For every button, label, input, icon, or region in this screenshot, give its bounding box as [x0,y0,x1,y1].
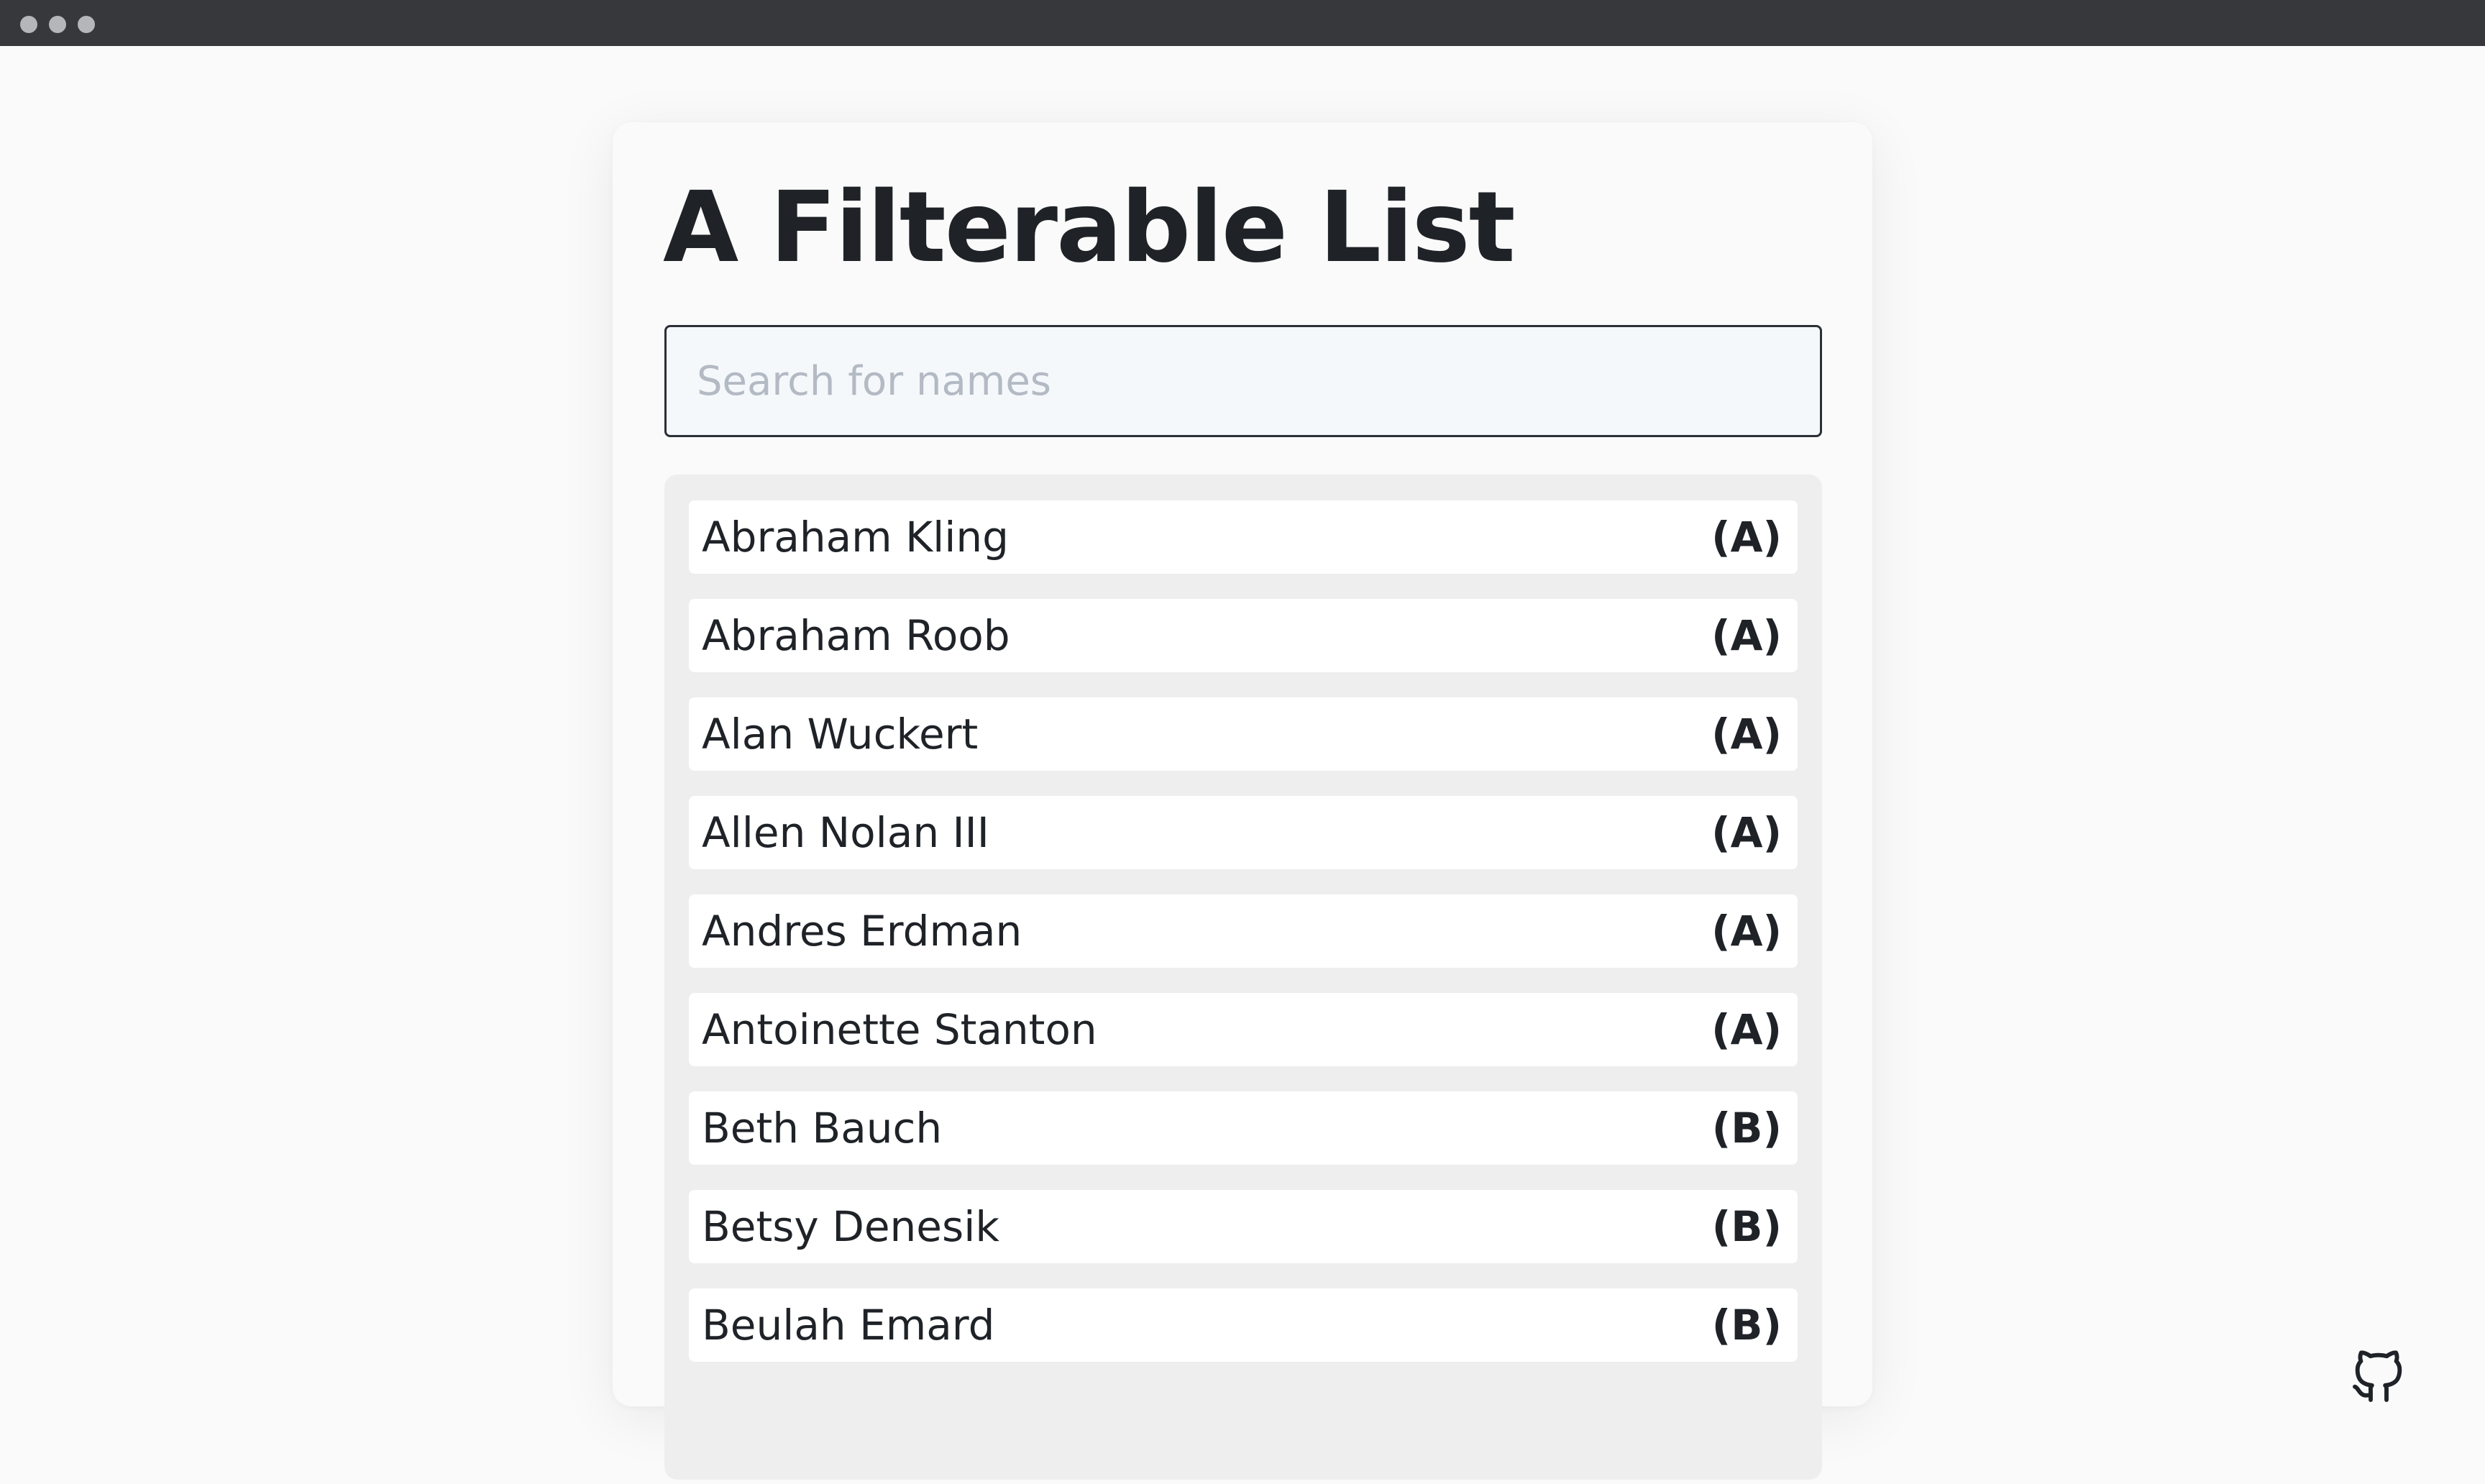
list-item-name: Betsy Denesik [702,1202,999,1251]
list-item-name: Beth Bauch [702,1104,943,1153]
window-maximize-dot-icon[interactable] [78,16,95,33]
page-title: A Filterable List [663,171,1516,285]
list-item[interactable]: Abraham Roob (A) [689,599,1798,672]
window-minimize-dot-icon[interactable] [49,16,66,33]
list-item-name: Andres Erdman [702,907,1022,956]
list-item-name: Antoinette Stanton [702,1005,1097,1054]
list-item-letter: (B) [1711,1104,1782,1153]
list-item-letter: (B) [1711,1301,1782,1350]
list-item-name: Alan Wuckert [702,710,979,759]
list-item[interactable]: Antoinette Stanton (A) [689,993,1798,1066]
list-item[interactable]: Betsy Denesik (B) [689,1190,1798,1263]
window-close-dot-icon[interactable] [20,16,37,33]
list-item-name: Allen Nolan III [702,808,989,857]
list-item-name: Abraham Kling [702,513,1009,562]
list-item-name: Abraham Roob [702,611,1010,660]
list-item[interactable]: Beulah Emard (B) [689,1288,1798,1362]
list-item-letter: (A) [1711,1005,1782,1054]
list-item-letter: (A) [1711,513,1782,562]
list-item-letter: (A) [1711,611,1782,660]
search-input[interactable] [664,325,1822,437]
list-item-letter: (A) [1711,907,1782,956]
list-item-letter: (A) [1711,808,1782,857]
list-item-letter: (A) [1711,710,1782,759]
list-item[interactable]: Beth Bauch (B) [689,1091,1798,1165]
window-title-bar [0,0,2485,46]
names-list[interactable]: Abraham Kling (A) Abraham Roob (A) Alan Wuck… [664,475,1822,1480]
list-item[interactable]: Abraham Kling (A) [689,500,1798,574]
list-item[interactable]: Allen Nolan III (A) [689,796,1798,869]
list-item[interactable]: Andres Erdman (A) [689,894,1798,968]
filterable-list-card: A Filterable List Abraham Kling(A)Abraha… [613,122,1872,1480]
names-list-viewport: Abraham Kling (A) Abraham Roob (A) Alan Wuck… [689,500,1798,1380]
list-item[interactable]: Alan Wuckert (A) [689,697,1798,771]
list-item-name: Beulah Emard [702,1301,995,1350]
list-item-letter: (B) [1711,1202,1782,1251]
github-icon[interactable] [2347,1345,2410,1408]
